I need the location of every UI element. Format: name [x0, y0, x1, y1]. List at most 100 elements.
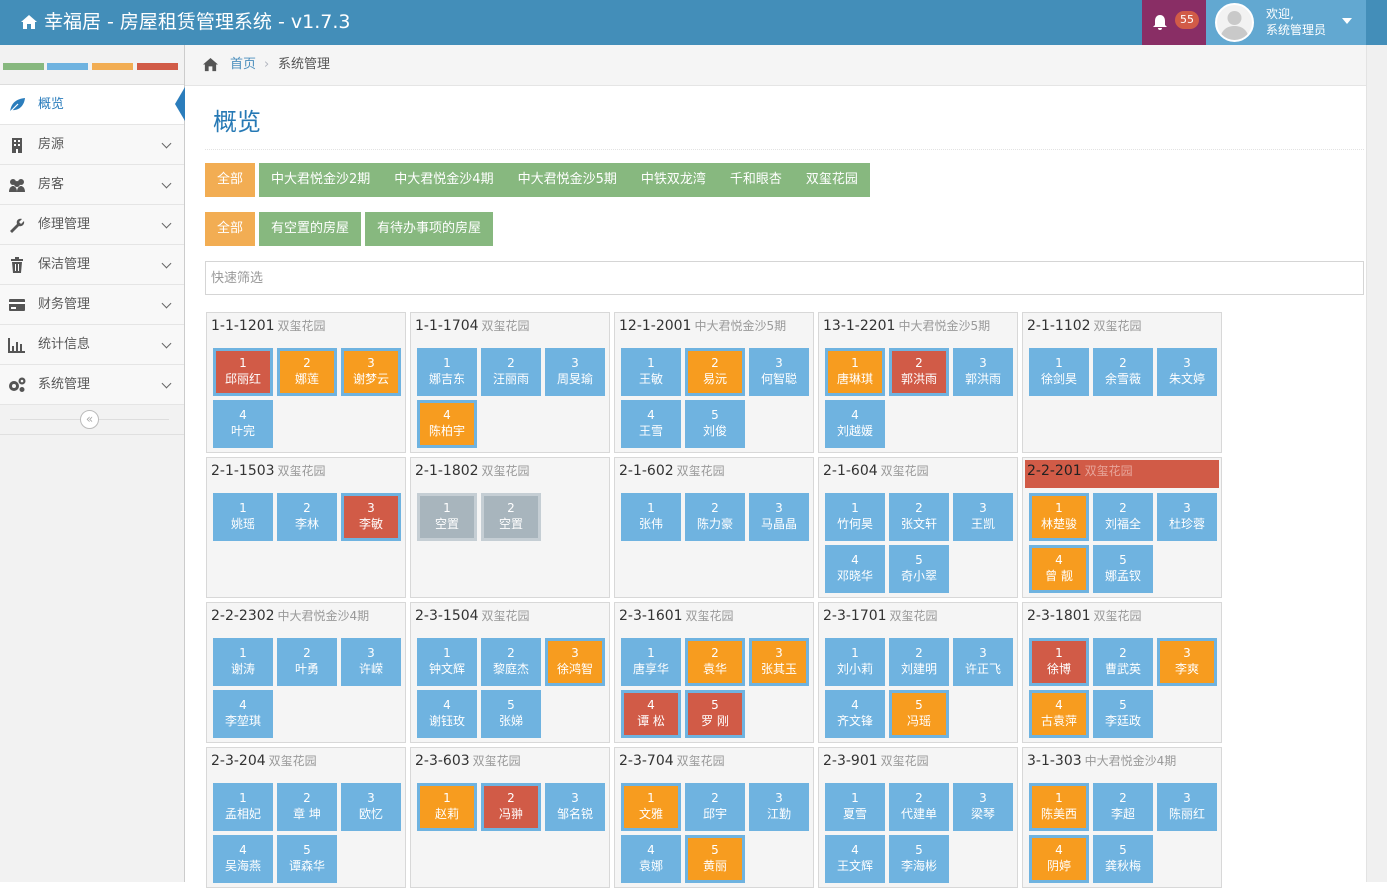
sidebar-collapse-button[interactable]: « — [80, 410, 99, 429]
room-tile[interactable]: 1 谢涛 — [213, 638, 273, 686]
room-tile[interactable]: 1 钟文辉 — [417, 638, 477, 686]
house-card[interactable]: 2-3-901 双玺花园 1 夏雪 2 代建单 3 梁琴 4 王文辉 5 李海彬 — [818, 747, 1018, 888]
sidebar-item-cleaning[interactable]: 保洁管理 — [0, 245, 184, 285]
room-tile[interactable]: 4 叶完 — [213, 400, 273, 448]
room-tile[interactable]: 2 刘建明 — [889, 638, 949, 686]
room-tile[interactable]: 2 邱宇 — [685, 783, 745, 831]
shortcut-blue[interactable] — [47, 63, 88, 70]
filter-community[interactable]: 中铁双龙湾 — [628, 163, 718, 197]
room-tile[interactable]: 1 竹何昊 — [825, 493, 885, 541]
app-brand[interactable]: 幸福居 - 房屋租赁管理系统 - v1.7.3 — [20, 0, 350, 45]
room-tile[interactable]: 2 袁华 — [685, 638, 745, 686]
room-tile[interactable]: 2 易沅 — [685, 348, 745, 396]
room-tile[interactable]: 3 朱文婷 — [1157, 348, 1217, 396]
room-tile[interactable]: 3 江勤 — [749, 783, 809, 831]
room-tile[interactable]: 5 李海彬 — [889, 835, 949, 883]
room-tile[interactable]: 1 姚瑶 — [213, 493, 273, 541]
room-tile[interactable]: 4 王雪 — [621, 400, 681, 448]
room-tile[interactable]: 4 阴婷 — [1029, 835, 1089, 883]
house-card[interactable]: 2-2-201 双玺花园 1 林楚骏 2 刘福全 3 杜珍蓉 4 曾 靓 5 娜孟钗 — [1022, 457, 1222, 598]
room-tile[interactable]: 3 张其玉 — [749, 638, 809, 686]
room-tile[interactable]: 3 梁琴 — [953, 783, 1013, 831]
room-tile[interactable]: 5 谭森华 — [277, 835, 337, 883]
house-card[interactable]: 2-1-1802 双玺花园 1 空置 2 空置 — [410, 457, 610, 598]
house-card[interactable]: 1-1-1704 双玺花园 1 娜吉东 2 汪丽雨 3 周旻瑜 4 陈柏宇 — [410, 312, 610, 453]
room-tile[interactable]: 3 徐鸿智 — [545, 638, 605, 686]
room-tile[interactable]: 2 陈力豪 — [685, 493, 745, 541]
room-tile[interactable]: 5 娜孟钗 — [1093, 545, 1153, 593]
room-tile[interactable]: 2 汪丽雨 — [481, 348, 541, 396]
room-tile[interactable]: 2 郭洪雨 — [889, 348, 949, 396]
sidebar-item-finance[interactable]: 财务管理 — [0, 285, 184, 325]
room-tile[interactable]: 4 王文辉 — [825, 835, 885, 883]
room-tile[interactable]: 3 许嵘 — [341, 638, 401, 686]
user-menu[interactable]: 欢迎, 系统管理员 — [1206, 0, 1366, 45]
room-tile[interactable]: 3 郭洪雨 — [953, 348, 1013, 396]
room-tile[interactable]: 1 赵莉 — [417, 783, 477, 831]
room-tile[interactable]: 1 邱丽红 — [213, 348, 273, 396]
room-tile[interactable]: 5 龚秋梅 — [1093, 835, 1153, 883]
room-tile[interactable]: 2 李超 — [1093, 783, 1153, 831]
room-tile[interactable]: 2 叶勇 — [277, 638, 337, 686]
house-card[interactable]: 12-1-2001 中大君悦金沙5期 1 王敏 2 易沅 3 何智聪 4 王雪 5 刘俊 — [614, 312, 814, 453]
room-tile[interactable]: 2 代建单 — [889, 783, 949, 831]
house-card[interactable]: 2-3-1504 双玺花园 1 钟文辉 2 黎庭杰 3 徐鸿智 4 谢钰玫 5 张娣 — [410, 602, 610, 743]
room-tile[interactable]: 4 李堃琪 — [213, 690, 273, 738]
filter-community[interactable]: 中大君悦金沙5期 — [505, 163, 629, 197]
room-tile[interactable]: 1 刘小莉 — [825, 638, 885, 686]
room-tile[interactable]: 5 刘俊 — [685, 400, 745, 448]
house-card[interactable]: 3-1-303 中大君悦金沙4期 1 陈美西 2 李超 3 陈丽红 4 阴婷 5 龚秋梅 — [1022, 747, 1222, 888]
room-tile[interactable]: 3 周旻瑜 — [545, 348, 605, 396]
room-tile[interactable]: 1 空置 — [417, 493, 477, 541]
shortcut-red[interactable] — [137, 63, 178, 70]
sidebar-item-system[interactable]: 系统管理 — [0, 365, 184, 405]
room-tile[interactable]: 2 黎庭杰 — [481, 638, 541, 686]
filter-all-communities[interactable]: 全部 — [205, 163, 256, 197]
room-tile[interactable]: 3 王凯 — [953, 493, 1013, 541]
room-tile[interactable]: 3 杜珍蓉 — [1157, 493, 1217, 541]
house-card[interactable]: 2-3-1801 双玺花园 1 徐博 2 曹武英 3 李爽 4 古袁萍 5 李廷政 — [1022, 602, 1222, 743]
room-tile[interactable]: 3 邹名锐 — [545, 783, 605, 831]
sidebar-item-listings[interactable]: 房源 — [0, 125, 184, 165]
room-tile[interactable]: 1 孟相妃 — [213, 783, 273, 831]
quick-filter-input[interactable] — [205, 261, 1364, 295]
room-tile[interactable]: 4 齐文锋 — [825, 690, 885, 738]
house-card[interactable]: 2-3-204 双玺花园 1 孟相妃 2 章 坤 3 欧忆 4 吴海燕 5 谭森华 — [206, 747, 406, 888]
room-tile[interactable]: 2 刘福全 — [1093, 493, 1153, 541]
house-card[interactable]: 2-1-604 双玺花园 1 竹何昊 2 张文轩 3 王凯 4 邓晓华 5 奇小翠 — [818, 457, 1018, 598]
room-tile[interactable]: 3 李敏 — [341, 493, 401, 541]
room-tile[interactable]: 4 谢钰玫 — [417, 690, 477, 738]
house-card[interactable]: 1-1-1201 双玺花园 1 邱丽红 2 娜莲 3 谢梦云 4 叶完 — [206, 312, 406, 453]
room-tile[interactable]: 3 谢梦云 — [341, 348, 401, 396]
shortcut-orange[interactable] — [92, 63, 133, 70]
filter-community[interactable]: 双玺花园 — [793, 163, 870, 197]
room-tile[interactable]: 3 陈丽红 — [1157, 783, 1217, 831]
room-tile[interactable]: 2 空置 — [481, 493, 541, 541]
room-tile[interactable]: 2 章 坤 — [277, 783, 337, 831]
room-tile[interactable]: 1 娜吉东 — [417, 348, 477, 396]
shortcut-green[interactable] — [3, 63, 44, 70]
house-card[interactable]: 13-1-2201 中大君悦金沙5期 1 唐琳琪 2 郭洪雨 3 郭洪雨 4 刘越媛 — [818, 312, 1018, 453]
house-card[interactable]: 2-2-2302 中大君悦金沙4期 1 谢涛 2 叶勇 3 许嵘 4 李堃琪 — [206, 602, 406, 743]
room-tile[interactable]: 4 袁娜 — [621, 835, 681, 883]
room-tile[interactable]: 3 李爽 — [1157, 638, 1217, 686]
filter-vacant-houses[interactable]: 有空置的房屋 — [259, 212, 362, 246]
breadcrumb-home-link[interactable]: 首页 — [230, 45, 256, 85]
room-tile[interactable]: 2 曹武英 — [1093, 638, 1153, 686]
room-tile[interactable]: 1 徐博 — [1029, 638, 1089, 686]
room-tile[interactable]: 5 冯瑶 — [889, 690, 949, 738]
filter-all-status[interactable]: 全部 — [205, 212, 256, 246]
room-tile[interactable]: 4 刘越媛 — [825, 400, 885, 448]
room-tile[interactable]: 1 唐琳琪 — [825, 348, 885, 396]
filter-todo-houses[interactable]: 有待办事项的房屋 — [365, 212, 494, 246]
house-card[interactable]: 2-3-1701 双玺花园 1 刘小莉 2 刘建明 3 许正飞 4 齐文锋 5 冯瑶 — [818, 602, 1018, 743]
room-tile[interactable]: 2 冯翀 — [481, 783, 541, 831]
filter-community[interactable]: 千和眼杏 — [717, 163, 794, 197]
room-tile[interactable]: 1 林楚骏 — [1029, 493, 1089, 541]
filter-community[interactable]: 中大君悦金沙2期 — [259, 163, 383, 197]
notifications-button[interactable]: 55 — [1142, 0, 1206, 45]
sidebar-item-overview[interactable]: 概览 — [0, 85, 185, 125]
room-tile[interactable]: 1 文雅 — [621, 783, 681, 831]
filter-community[interactable]: 中大君悦金沙4期 — [382, 163, 506, 197]
house-card[interactable]: 2-3-704 双玺花园 1 文雅 2 邱宇 3 江勤 4 袁娜 5 黄丽 — [614, 747, 814, 888]
